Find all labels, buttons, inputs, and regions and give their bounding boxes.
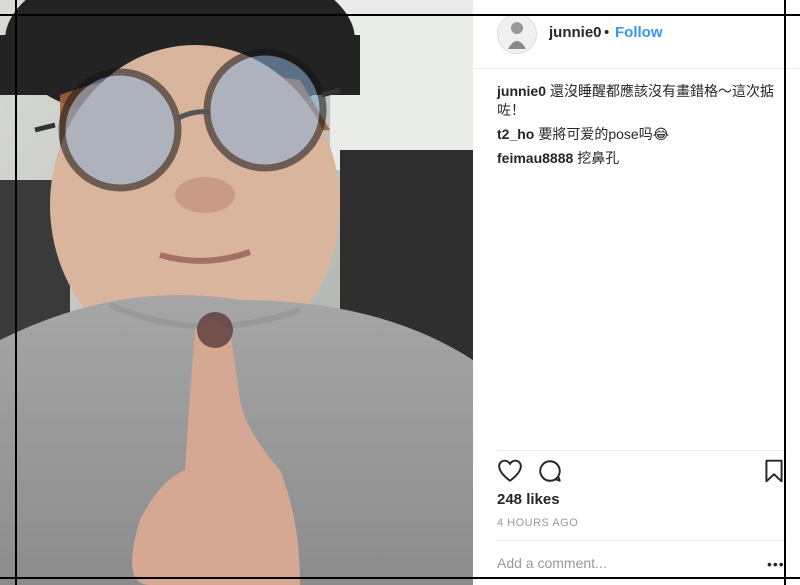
post-timestamp: 4 HOURS AGO (497, 517, 579, 529)
heart-icon[interactable] (497, 458, 525, 486)
comment-text: 挖鼻孔 (577, 150, 620, 166)
frame-line-top (0, 14, 800, 16)
comment-item: t2_ho 要將可爱的pose吗😂 (497, 125, 787, 144)
avatar[interactable] (497, 14, 537, 54)
comment-item: feimau8888 挖鼻孔 (497, 149, 787, 168)
comment-divider (497, 540, 787, 541)
follow-button[interactable]: Follow (615, 24, 663, 41)
comment-username[interactable]: t2_ho (497, 126, 534, 142)
likes-count[interactable]: 248 likes (497, 491, 560, 508)
post-photo[interactable] (0, 0, 473, 585)
post-sidebar: junnie0 • Follow junnie0 還沒睡醒都應該沒有畫錯格～這次掂… (473, 0, 800, 585)
comment-text: 要將可爱的pose吗😂 (538, 126, 670, 142)
speech-bubble-icon[interactable] (537, 458, 565, 486)
frame-line-left (15, 0, 17, 585)
post-header: junnie0 • Follow (473, 0, 800, 69)
frame-line-bottom (0, 577, 800, 579)
comment-item: junnie0 還沒睡醒都應該沒有畫錯格～這次掂咗！ (497, 82, 787, 120)
more-options-icon[interactable]: ••• (767, 556, 785, 572)
action-bar (497, 458, 787, 488)
actions-divider (497, 450, 787, 451)
post-author-username[interactable]: junnie0 (549, 24, 602, 41)
separator-dot: • (604, 24, 610, 41)
add-comment-input[interactable] (497, 555, 757, 571)
avatar-image (498, 15, 536, 53)
comment-username[interactable]: feimau8888 (497, 150, 573, 166)
comment-list: junnie0 還沒睡醒都應該沒有畫錯格～這次掂咗！ t2_ho 要將可爱的pose… (497, 82, 787, 173)
frame-line-right (784, 0, 786, 585)
comment-username[interactable]: junnie0 (497, 83, 546, 99)
selfie-image (0, 0, 473, 585)
